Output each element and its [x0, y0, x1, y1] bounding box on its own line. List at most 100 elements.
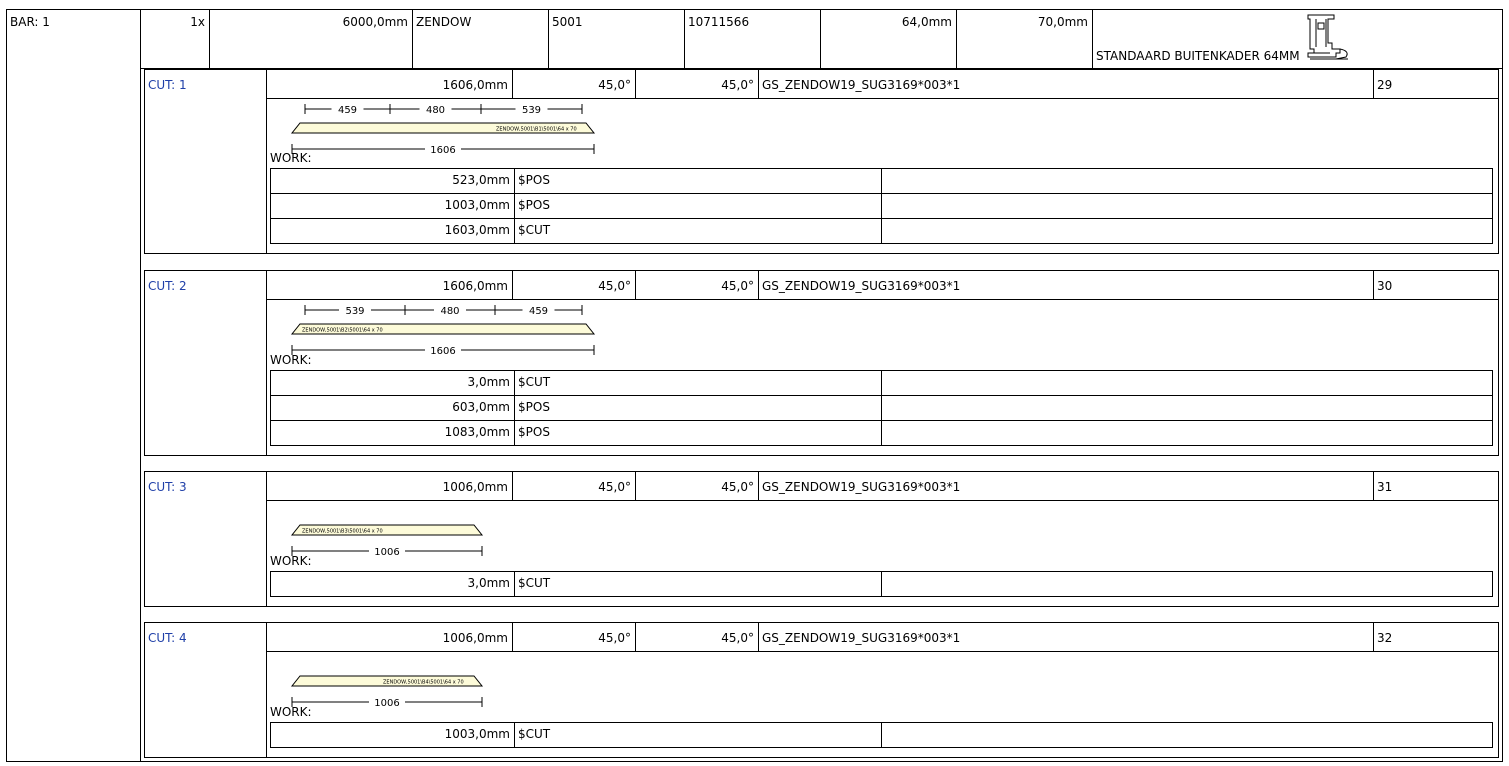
- dimension-label: 480: [426, 105, 445, 116]
- work-position: 1603,0mm: [444, 223, 510, 237]
- col-divider: [820, 9, 821, 69]
- cut-label: CUT: 3: [148, 480, 187, 494]
- profile-section-icon: [1307, 14, 1348, 60]
- col-divider: [209, 9, 210, 69]
- bar-label: BAR: 1: [10, 15, 50, 29]
- col-divider: [512, 622, 513, 651]
- col-divider: [514, 370, 515, 446]
- cut-number: 32: [1377, 631, 1393, 645]
- col-divider: [635, 471, 636, 500]
- work-label: WORK:: [270, 554, 312, 568]
- col-divider: [1373, 270, 1374, 299]
- work-row-divider: [270, 420, 1493, 421]
- cut-drawing: ZENDOW,5001\B4\5001\64 x 70 1006: [290, 675, 484, 709]
- col-divider: [635, 622, 636, 651]
- bar-brand: ZENDOW: [416, 15, 472, 29]
- profile-bar-label: ZENDOW,5001\B3\5001\64 x 70: [302, 529, 383, 535]
- col-divider: [758, 270, 759, 299]
- work-row-divider: [270, 395, 1493, 396]
- cut-length: 1006,0mm: [442, 480, 508, 494]
- bar-description: STANDAARD BUITENKADER 64MM: [1096, 49, 1300, 63]
- total-length-label: 1006: [374, 698, 399, 709]
- cut-number: 31: [1377, 480, 1393, 494]
- work-label: WORK:: [270, 151, 312, 165]
- work-operation: $POS: [518, 173, 550, 187]
- col-divider: [956, 9, 957, 69]
- col-divider: [512, 471, 513, 500]
- col-divider: [1092, 9, 1093, 69]
- cut-angle-left: 45,0°: [598, 279, 631, 293]
- work-operation: $CUT: [518, 576, 551, 590]
- cut-label: CUT: 2: [148, 279, 187, 293]
- col-divider: [684, 9, 685, 69]
- dimension-label: 539: [522, 105, 541, 116]
- bar-length: 6000,0mm: [342, 15, 408, 29]
- cut-drawing: ZENDOW,5001\B3\5001\64 x 70 1006: [290, 524, 484, 558]
- col-divider: [512, 270, 513, 299]
- work-position: 603,0mm: [452, 400, 510, 414]
- col-divider: [514, 571, 515, 597]
- cut-angle-right: 45,0°: [721, 78, 754, 92]
- cut-length: 1006,0mm: [442, 631, 508, 645]
- dimension-label: 539: [345, 306, 364, 317]
- cut-header-bottom: [266, 651, 1499, 652]
- total-length-label: 1606: [430, 346, 455, 357]
- col-divider: [1373, 622, 1374, 651]
- work-operation: $CUT: [518, 223, 551, 237]
- work-operation: $CUT: [518, 375, 551, 389]
- cut-label-divider: [266, 270, 267, 456]
- work-position: 1003,0mm: [444, 727, 510, 741]
- cut-label: CUT: 4: [148, 631, 187, 645]
- work-row-divider: [270, 193, 1493, 194]
- cut-angle-right: 45,0°: [721, 480, 754, 494]
- col-divider: [514, 168, 515, 244]
- col-divider: [881, 722, 882, 748]
- cut-header-bottom: [266, 500, 1499, 501]
- work-operation: $POS: [518, 425, 550, 439]
- col-divider: [881, 168, 882, 244]
- col-divider: [635, 69, 636, 98]
- profile-bar-label: ZENDOW,5001\B1\5001\64 x 70: [496, 127, 577, 133]
- profile-bar-label: ZENDOW,5001\B2\5001\64 x 70: [302, 328, 383, 334]
- bar-color-code: 5001: [552, 15, 583, 29]
- work-label: WORK:: [270, 705, 312, 719]
- work-position: 3,0mm: [467, 576, 510, 590]
- col-divider: [1373, 69, 1374, 98]
- col-divider: [548, 9, 549, 69]
- cut-length: 1606,0mm: [442, 78, 508, 92]
- col-divider: [412, 9, 413, 69]
- total-length-label: 1006: [374, 547, 399, 558]
- cut-length: 1606,0mm: [442, 279, 508, 293]
- col-divider: [758, 622, 759, 651]
- cut-angle-left: 45,0°: [598, 78, 631, 92]
- cut-number: 29: [1377, 78, 1393, 92]
- cut-drawing: 459 480 539 ZENDOW,5001\B1\5001\64 x 70 1606: [290, 102, 596, 156]
- col-divider: [758, 471, 759, 500]
- work-operation: $CUT: [518, 727, 551, 741]
- cut-reference: GS_ZENDOW19_SUG3169*003*1: [762, 631, 961, 645]
- cut-reference: GS_ZENDOW19_SUG3169*003*1: [762, 78, 961, 92]
- cut-reference: GS_ZENDOW19_SUG3169*003*1: [762, 480, 961, 494]
- col-divider: [881, 571, 882, 597]
- work-position: 523,0mm: [452, 173, 510, 187]
- cut-angle-left: 45,0°: [598, 631, 631, 645]
- bar-width: 64,0mm: [901, 15, 952, 29]
- bar-height: 70,0mm: [1037, 15, 1088, 29]
- bar-qty: 1x: [190, 15, 205, 29]
- col-divider: [1373, 471, 1374, 500]
- col-divider: [514, 722, 515, 748]
- cut-label-divider: [266, 69, 267, 254]
- dimension-label: 459: [338, 105, 357, 116]
- dimension-label: 480: [440, 306, 459, 317]
- dimension-label: 459: [529, 306, 548, 317]
- work-operation: $POS: [518, 198, 550, 212]
- col-divider: [635, 270, 636, 299]
- cut-angle-left: 45,0°: [598, 480, 631, 494]
- work-label: WORK:: [270, 353, 312, 367]
- work-position: 3,0mm: [467, 375, 510, 389]
- work-position: 1003,0mm: [444, 198, 510, 212]
- cut-label: CUT: 1: [148, 78, 187, 92]
- work-operation: $POS: [518, 400, 550, 414]
- col-divider: [512, 69, 513, 98]
- cut-number: 30: [1377, 279, 1393, 293]
